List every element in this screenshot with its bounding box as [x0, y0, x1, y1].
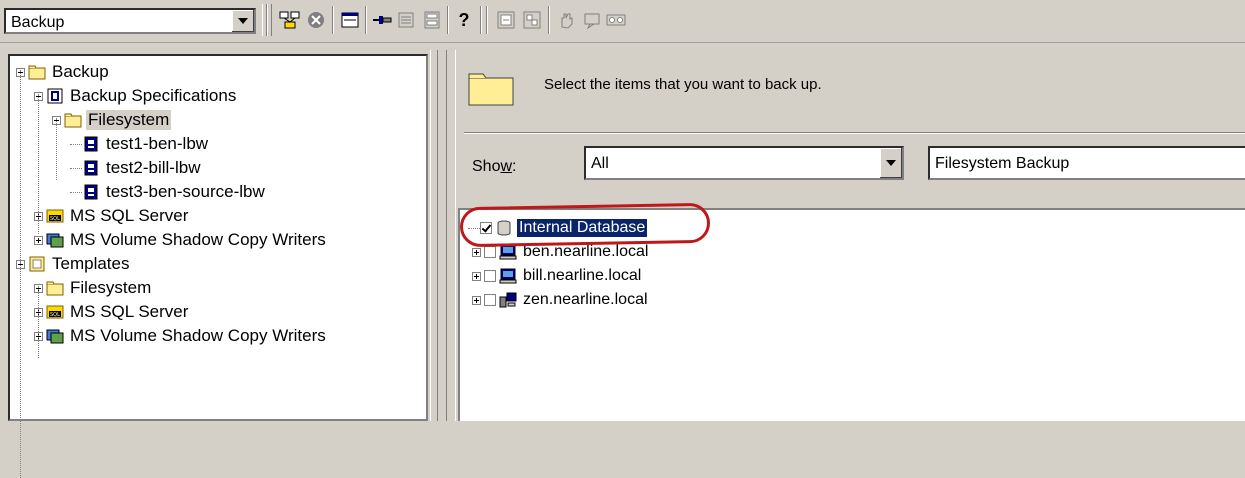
toolbar: Backup ? — [0, 0, 1245, 43]
pin-icon[interactable] — [370, 8, 394, 32]
tree-item-label: MS Volume Shadow Copy Writers — [70, 326, 326, 345]
source-item[interactable]: bill.nearline.local — [472, 264, 643, 288]
tree-item[interactable]: test2-bill-lbw — [70, 156, 202, 180]
tree-item-label: MS SQL Server — [70, 302, 189, 321]
tree-item[interactable]: Filesystem — [52, 108, 172, 132]
folder-icon — [28, 64, 46, 80]
sql-icon: SQL — [46, 208, 64, 224]
instruction-header: Select the items that you want to back u… — [458, 50, 1245, 134]
folder-icon — [64, 112, 82, 128]
item-checkbox[interactable] — [484, 270, 496, 282]
tree-item-label: MS SQL Server — [70, 206, 189, 225]
expand-icon[interactable] — [472, 247, 481, 257]
item-checkbox[interactable] — [484, 246, 496, 258]
list-icon[interactable] — [394, 8, 418, 32]
properties-icon[interactable] — [338, 8, 362, 32]
tree-item[interactable]: MS Volume Shadow Copy Writers — [34, 228, 328, 252]
cabinet-icon[interactable] — [420, 8, 444, 32]
tree-guide-line — [56, 118, 57, 180]
tree-connector — [70, 167, 82, 169]
wizard2-icon[interactable] — [520, 8, 544, 32]
tree-item-label: Backup — [52, 62, 109, 81]
pane-splitter[interactable] — [430, 50, 438, 421]
tree-item-label: test3-ben-source-lbw — [106, 182, 265, 201]
tree-item-label: Templates — [52, 254, 130, 273]
show-label: Show: — [472, 158, 517, 175]
tree-guide-line — [38, 94, 39, 234]
spec-item-icon — [82, 136, 100, 152]
tree-connector — [70, 143, 82, 145]
network-icon[interactable] — [278, 8, 302, 32]
tree-item[interactable]: Filesystem — [34, 276, 153, 300]
templates-icon — [28, 256, 46, 272]
tree-item-label: test1-ben-lbw — [106, 134, 209, 153]
tree-guide-line — [20, 262, 21, 478]
tree-item[interactable]: SQL MS SQL Server — [34, 300, 190, 324]
tree-item[interactable]: Backup Specifications — [34, 84, 238, 108]
show-filter-dropdown[interactable]: All — [584, 146, 904, 180]
show-filter-value: All — [591, 155, 609, 172]
tree-item-label: Filesystem — [70, 278, 152, 297]
context-dropdown-value: Backup — [11, 14, 65, 31]
toolbar-grip[interactable] — [267, 4, 272, 36]
svg-text:SQL: SQL — [50, 312, 60, 318]
computer-icon — [499, 268, 517, 284]
shadow-copy-icon — [46, 232, 64, 248]
sql-icon: SQL — [46, 304, 64, 320]
spec-item-icon — [82, 160, 100, 176]
source-item-label: zen.nearline.local — [523, 291, 648, 308]
tree-item[interactable]: Backup — [16, 60, 111, 84]
backup-type-value: Filesystem Backup — [935, 155, 1070, 172]
backup-spec-icon — [46, 88, 64, 104]
tree-item[interactable]: test3-ben-source-lbw — [70, 180, 267, 204]
source-item-label: bill.nearline.local — [523, 267, 642, 284]
tree-item[interactable]: MS Volume Shadow Copy Writers — [34, 324, 328, 348]
tree-guide-line — [20, 70, 21, 266]
chevron-down-icon[interactable] — [879, 148, 902, 178]
context-dropdown[interactable]: Backup — [4, 8, 256, 34]
svg-text:SQL: SQL — [50, 216, 60, 222]
chevron-down-icon[interactable] — [231, 10, 254, 32]
pane-splitter[interactable] — [446, 50, 456, 421]
hand-icon[interactable] — [554, 8, 578, 32]
tree-item[interactable]: SQL MS SQL Server — [34, 204, 190, 228]
shadow-copy-icon — [46, 328, 64, 344]
folder-icon — [468, 72, 514, 106]
source-item[interactable]: zen.nearline.local — [472, 288, 650, 312]
tree-item[interactable]: test1-ben-lbw — [70, 132, 210, 156]
tree-connector — [70, 191, 82, 193]
tree-item[interactable]: Templates — [16, 252, 131, 276]
tree-item-label: Backup Specifications — [70, 86, 237, 105]
tree-guide-line — [38, 286, 39, 358]
backup-type-field[interactable]: Filesystem Backup — [928, 146, 1245, 180]
header-divider — [464, 132, 1245, 134]
flash-icon[interactable] — [580, 8, 604, 32]
scoping-tree-pane[interactable]: Backup Backup Specifications Filesystem tes… — [8, 54, 428, 478]
wizard1-icon[interactable] — [494, 8, 518, 32]
folder-icon — [46, 280, 64, 296]
instruction-text: Select the items that you want to back u… — [544, 76, 822, 93]
tree-item-label: Filesystem — [86, 110, 172, 130]
tape-icon[interactable] — [604, 8, 628, 32]
tree-item-label: MS Volume Shadow Copy Writers — [70, 230, 326, 249]
tree-item-label: test2-bill-lbw — [106, 158, 201, 177]
highlight-annotation — [459, 202, 711, 248]
spec-item-icon — [82, 184, 100, 200]
expand-icon[interactable] — [34, 235, 43, 245]
help-icon[interactable]: ? — [452, 8, 476, 32]
item-checkbox[interactable] — [484, 294, 496, 306]
cluster-icon — [499, 292, 517, 308]
stop-icon[interactable] — [304, 8, 328, 32]
expand-icon[interactable] — [472, 271, 481, 281]
expand-icon[interactable] — [472, 295, 481, 305]
